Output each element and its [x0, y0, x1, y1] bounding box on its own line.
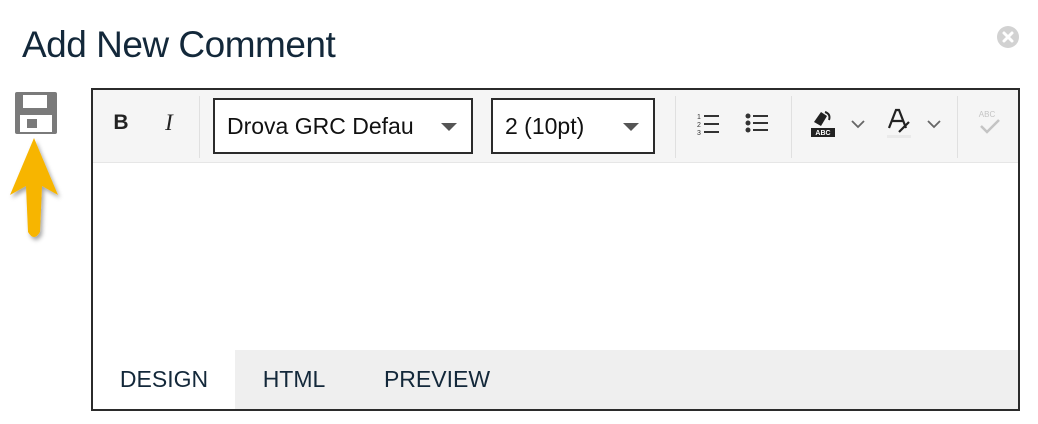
editor-toolbar: B I Drova GRC Defau 2 (10pt) 1 2 3 ABC A… — [93, 90, 1018, 163]
highlight-color-icon[interactable]: ABC — [809, 108, 837, 140]
editor-mode-tabs: DESIGN HTML PREVIEW — [93, 350, 1018, 409]
comment-content-area[interactable] — [93, 163, 1018, 350]
toolbar-separator — [675, 96, 676, 158]
bold-button[interactable]: B — [109, 106, 133, 140]
chevron-down-icon — [623, 123, 639, 131]
font-size-value: 2 (10pt) — [505, 112, 585, 139]
toolbar-separator — [957, 96, 958, 158]
svg-text:2: 2 — [697, 122, 701, 129]
page-title: Add New Comment — [22, 24, 336, 65]
highlight-badge: ABC — [815, 130, 830, 137]
close-icon[interactable] — [997, 26, 1019, 48]
spellcheck-badge: ABC — [979, 110, 996, 119]
ordered-list-icon[interactable]: 1 2 3 — [697, 111, 721, 137]
tab-preview[interactable]: PREVIEW — [353, 350, 521, 409]
font-family-select[interactable]: Drova GRC Defau — [213, 98, 473, 154]
annotation-arrow-up — [10, 138, 58, 237]
tab-html[interactable]: HTML — [235, 350, 353, 409]
comment-editor: B I Drova GRC Defau 2 (10pt) 1 2 3 ABC A… — [91, 88, 1020, 411]
chevron-down-icon — [441, 123, 457, 131]
font-color-icon[interactable] — [885, 108, 913, 140]
chevron-down-icon[interactable] — [851, 119, 865, 129]
svg-text:3: 3 — [697, 130, 701, 137]
tab-design[interactable]: DESIGN — [93, 350, 235, 409]
font-size-select[interactable]: 2 (10pt) — [491, 98, 655, 154]
unordered-list-icon[interactable] — [745, 112, 769, 134]
italic-button[interactable]: I — [159, 106, 179, 140]
toolbar-separator — [199, 96, 200, 158]
spellcheck-icon[interactable]: ABC — [975, 108, 1003, 138]
font-family-value: Drova GRC Defau — [227, 112, 414, 139]
svg-text:1: 1 — [697, 114, 701, 121]
toolbar-separator — [791, 96, 792, 158]
chevron-down-icon[interactable] — [927, 119, 941, 129]
